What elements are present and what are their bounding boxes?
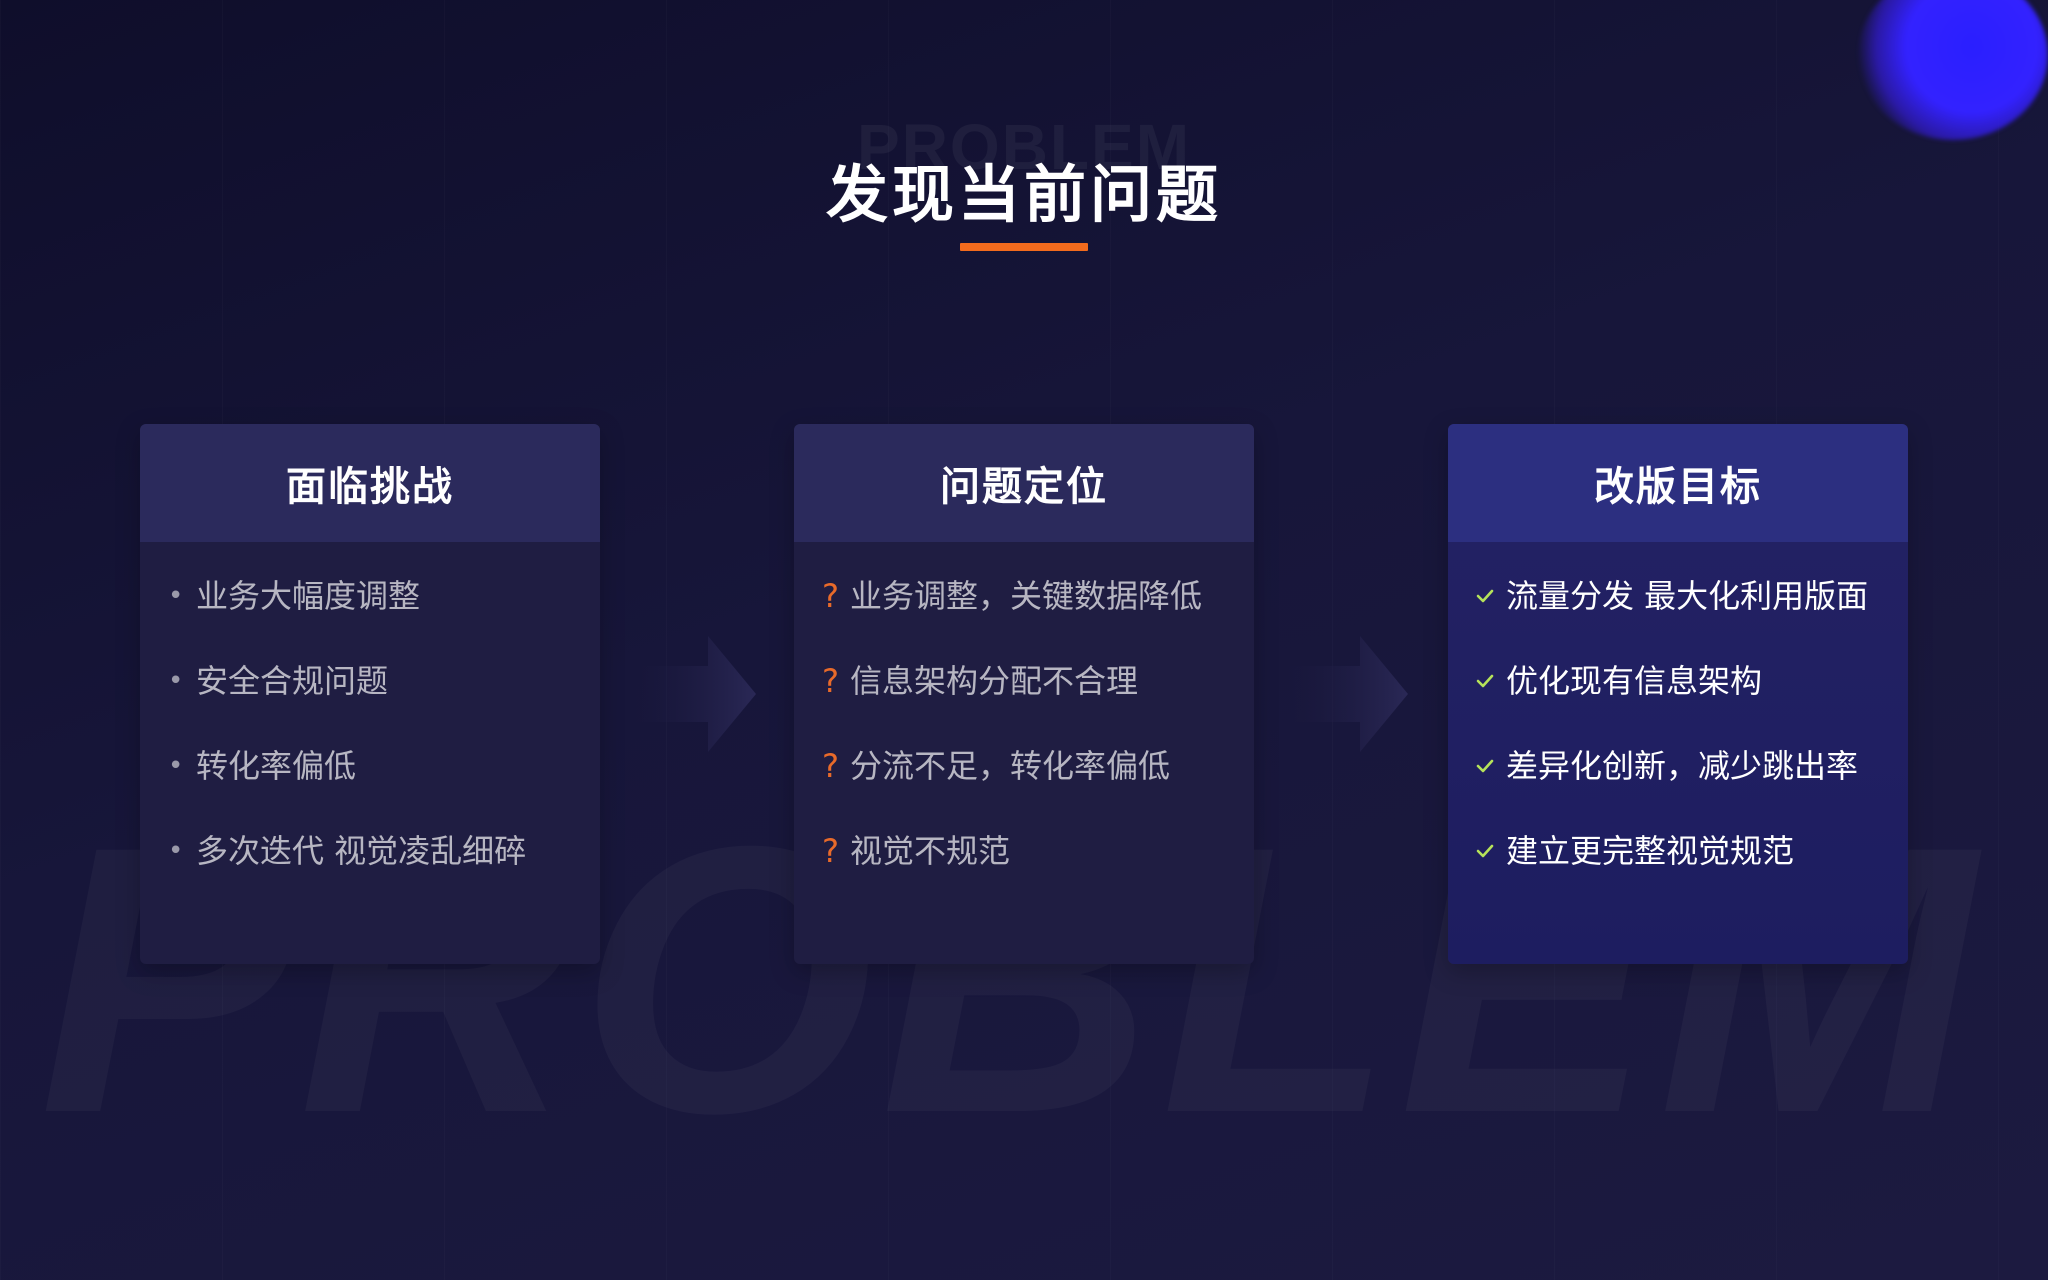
list-item-text: 信息架构分配不合理 [850, 662, 1139, 700]
list-item: ? 业务调整，关键数据降低 [822, 574, 1254, 659]
card-header: 面临挑战 [140, 424, 600, 542]
arrow-right-icon [636, 636, 756, 752]
list-item-text: 业务大幅度调整 [196, 577, 421, 615]
page-header: PROBLEM 发现当前问题 [0, 110, 2048, 234]
list-item-text: 流量分发 最大化利用版面 [1506, 577, 1869, 615]
card-problem-location: 问题定位 ? 业务调整，关键数据降低 ? 信息架构分配不合理 ? 分流不足，转化率偏低… [794, 424, 1254, 964]
card-challenges: 面临挑战 • 业务大幅度调整 • 安全合规问题 • 转化率偏低 • 多次迭代 视觉凌乱细… [140, 424, 600, 964]
list-item: 差异化创新，减少跳出率 [1476, 744, 1908, 829]
list-item-text: 差异化创新，减少跳出率 [1506, 747, 1859, 785]
list-item: ? 视觉不规范 [822, 829, 1254, 914]
list-item-text: 建立更完整视觉规范 [1506, 832, 1795, 870]
list-item: • 安全合规问题 [168, 659, 600, 744]
card-list: ? 业务调整，关键数据降低 ? 信息架构分配不合理 ? 分流不足，转化率偏低 ? 视觉不… [794, 542, 1254, 914]
question-mark-icon: ? [822, 832, 839, 870]
checkmark-icon [1476, 829, 1506, 873]
title-underline [960, 243, 1088, 251]
list-item-text: 分流不足，转化率偏低 [850, 747, 1171, 785]
checkmark-icon [1476, 744, 1506, 788]
bullet-dot-icon: • [168, 836, 184, 866]
question-mark-icon: ? [822, 747, 839, 785]
question-mark-icon: ? [822, 662, 839, 700]
list-item: 建立更完整视觉规范 [1476, 829, 1908, 914]
list-item: 流量分发 最大化利用版面 [1476, 574, 1908, 659]
list-item-text: 优化现有信息架构 [1506, 662, 1763, 700]
list-item: • 业务大幅度调整 [168, 574, 600, 659]
card-list: 流量分发 最大化利用版面 优化现有信息架构 差异化创新，减少跳出率 建立更完整视… [1448, 542, 1908, 914]
list-item-text: 转化率偏低 [196, 747, 357, 785]
list-item-text: 安全合规问题 [196, 662, 389, 700]
arrow-right-icon [1288, 636, 1408, 752]
card-title: 问题定位 [940, 464, 1108, 510]
list-item-text: 视觉不规范 [850, 832, 1011, 870]
bullet-dot-icon: • [168, 751, 184, 781]
list-item: • 转化率偏低 [168, 744, 600, 829]
list-item: ? 分流不足，转化率偏低 [822, 744, 1254, 829]
list-item: ? 信息架构分配不合理 [822, 659, 1254, 744]
list-item-text: 多次迭代 视觉凌乱细碎 [196, 832, 527, 870]
card-title: 面临挑战 [286, 464, 454, 510]
bullet-dot-icon: • [168, 666, 184, 696]
card-list: • 业务大幅度调整 • 安全合规问题 • 转化率偏低 • 多次迭代 视觉凌乱细碎 [140, 542, 600, 914]
card-header: 问题定位 [794, 424, 1254, 542]
list-item: • 多次迭代 视觉凌乱细碎 [168, 829, 600, 914]
list-item: 优化现有信息架构 [1476, 659, 1908, 744]
checkmark-icon [1476, 574, 1506, 618]
list-item-text: 业务调整，关键数据降低 [850, 577, 1203, 615]
card-header: 改版目标 [1448, 424, 1908, 542]
page-title: 发现当前问题 [825, 158, 1222, 231]
question-mark-icon: ? [822, 577, 839, 615]
card-redesign-goals: 改版目标 流量分发 最大化利用版面 优化现有信息架构 差异化创新，减少跳出率 建… [1448, 424, 1908, 964]
bullet-dot-icon: • [168, 581, 184, 611]
checkmark-icon [1476, 659, 1506, 703]
card-title: 改版目标 [1594, 464, 1762, 510]
